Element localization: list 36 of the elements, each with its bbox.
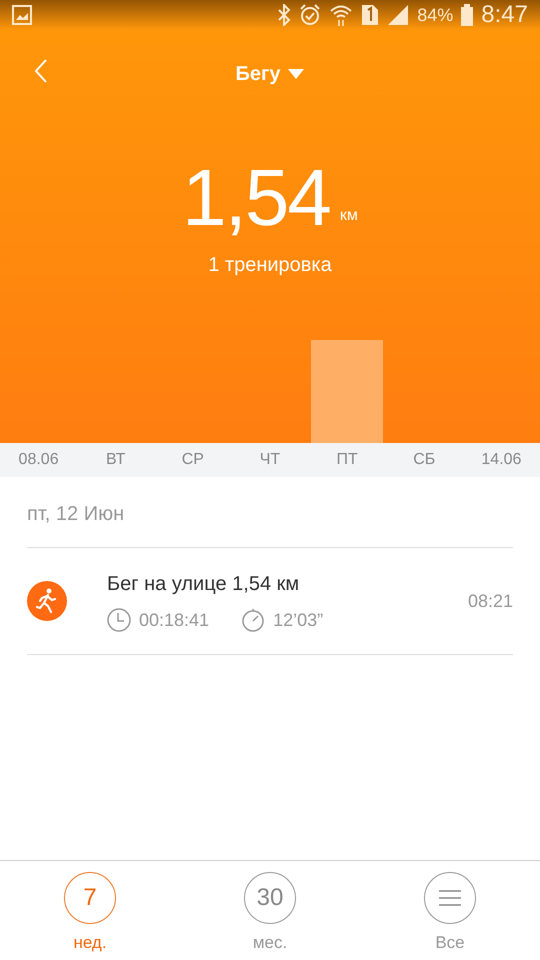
caret-icon [288,69,304,79]
workout-distance: 1,54 км [232,572,300,594]
sim-card-icon [361,4,380,26]
signal-icon [387,4,410,26]
clock-icon [107,608,131,632]
workout-row[interactable]: Бег на улице 1,54 км 00:18:41 12’03” 08:21 [27,548,513,655]
period-tab[interactable]: 30 мес. [180,871,360,956]
distance-value: 1,54 [182,158,330,238]
day-label: ВТ [106,451,126,468]
day-label: 14.06 [481,451,522,468]
workout-time: 08:21 [468,590,513,612]
bluetooth-icon [277,4,292,26]
activity-dropdown[interactable]: Бегу [230,58,310,90]
duration-text: 00:18:41 [139,608,210,632]
day-label: СР [182,451,204,468]
stopwatch-icon [241,608,266,632]
date-heading: пт, 12 Июн [27,503,124,525]
period-tab[interactable]: 7 нед. [0,871,180,956]
day-label: 08.06 [18,451,59,468]
battery-text: 84% [417,4,454,26]
workout-count: 1 тренировка [208,253,332,278]
back-icon [34,58,48,84]
gallery-icon [12,5,32,25]
period-tab[interactable]: Все [360,871,540,956]
day-label: ПТ [336,451,358,468]
day-label: СБ [413,451,436,468]
day-label: ЧТ [260,451,280,468]
pace-text: 12’03” [273,608,324,632]
menu-icon [439,890,461,906]
running-icon [27,581,67,621]
distance-unit: км [340,206,358,226]
wifi-icon [329,3,354,27]
alarm-icon [299,4,322,26]
clock-text: 8:47 [481,0,528,30]
workout-title: Бег на улице [107,572,227,594]
battery-icon [461,4,474,26]
